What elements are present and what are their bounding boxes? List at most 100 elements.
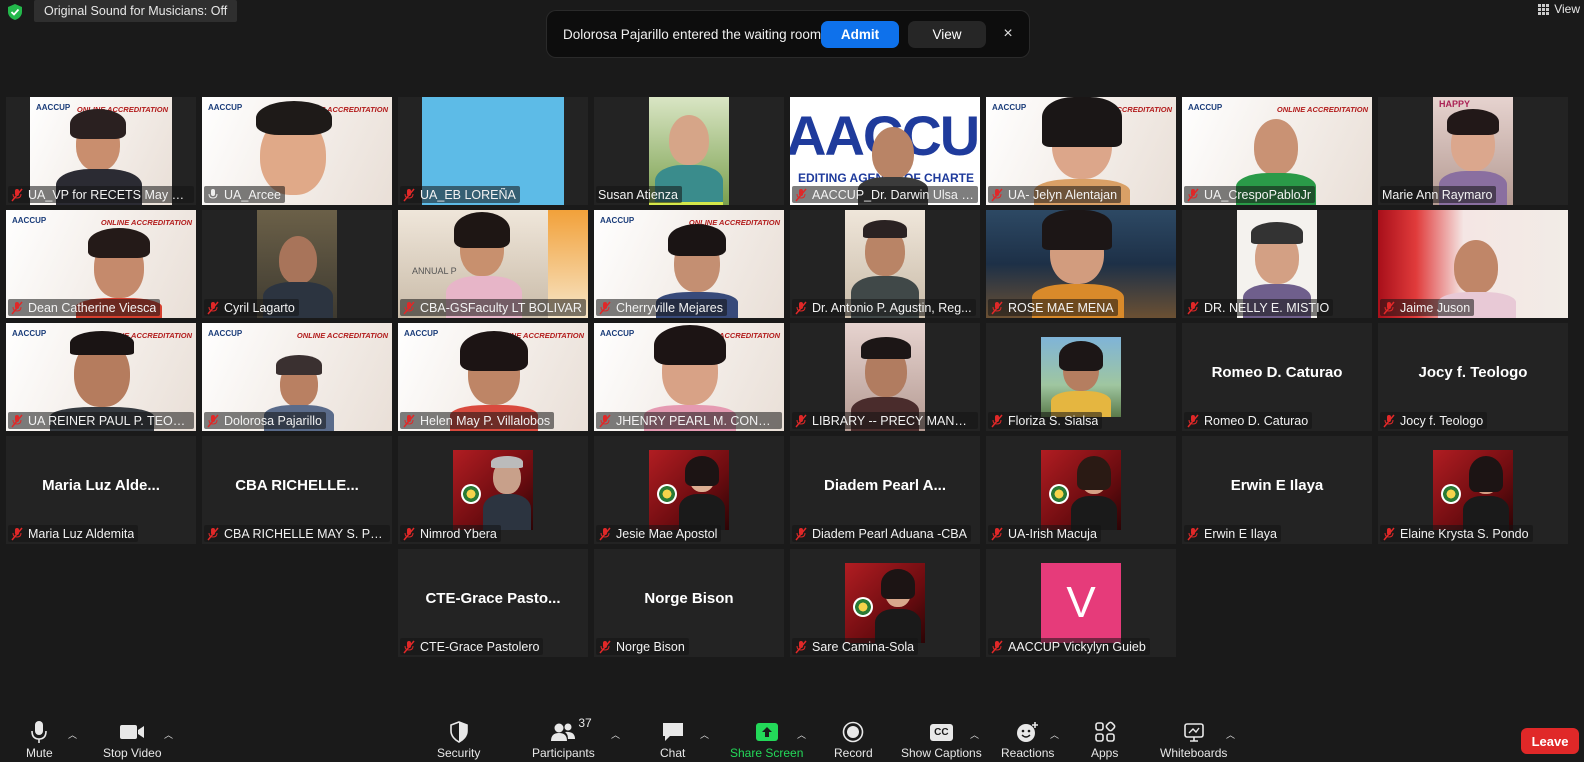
participant-tile[interactable]: ANNUAL P CBA-GSFaculty LT BOLIVAR bbox=[398, 210, 588, 318]
participant-tile[interactable]: UA_EB LOREÑA bbox=[398, 97, 588, 205]
mute-options-caret[interactable]: ︿ bbox=[68, 728, 77, 741]
participant-display-name: Norge Bison bbox=[644, 590, 734, 607]
view-label: View bbox=[1554, 2, 1580, 16]
participant-tile[interactable]: Jesie Mae Apostol bbox=[594, 436, 784, 544]
participant-tile[interactable]: AACCUP ONLINE ACCREDITATION Dean Catherin… bbox=[6, 210, 196, 318]
captions-options-caret[interactable]: ︿ bbox=[970, 728, 979, 741]
reactions-label: Reactions bbox=[1001, 746, 1055, 760]
participant-tile[interactable]: Dr. Antonio P. Agustin, Reg... bbox=[790, 210, 980, 318]
participant-name: Dr. Antonio P. Agustin, Reg... bbox=[812, 300, 972, 315]
participant-name: AACCUP Vickylyn Guieb bbox=[1008, 639, 1146, 654]
participant-tile[interactable]: Erwin E Ilaya Erwin E Ilaya bbox=[1182, 436, 1372, 544]
participant-tile[interactable]: AACCU EDITING AGENCY OF CHARTE AACCUP_Dr… bbox=[790, 97, 980, 205]
participant-name-bar: Jaime Juson bbox=[1380, 299, 1475, 316]
muted-mic-icon bbox=[207, 301, 219, 314]
participant-name: Maria Luz Aldemita bbox=[28, 526, 135, 541]
participant-video bbox=[845, 563, 925, 643]
muted-mic-icon bbox=[599, 414, 611, 427]
participant-name-bar: Jesie Mae Apostol bbox=[596, 525, 722, 542]
participant-name: UA-Irish Macuja bbox=[1008, 526, 1097, 541]
participants-button[interactable]: 37 Participants bbox=[532, 716, 595, 760]
participant-tile[interactable]: AACCUP ONLINE ACCREDITATION UA_VP for REC… bbox=[6, 97, 196, 205]
participant-name-bar: Dean Catherine Viesca bbox=[8, 299, 161, 316]
participant-tile[interactable]: AACCUP ONLINE ACCREDITATION UA_Arcee bbox=[202, 97, 392, 205]
participant-tile[interactable]: AACCUP ONLINE ACCREDITATION Helen May P. … bbox=[398, 323, 588, 431]
close-icon[interactable]: × bbox=[1000, 25, 1016, 43]
participant-tile[interactable]: Diadem Pearl A... Diadem Pearl Aduana -C… bbox=[790, 436, 980, 544]
participant-name-bar: Cyril Lagarto bbox=[204, 299, 299, 316]
security-button[interactable]: Security bbox=[437, 720, 480, 760]
participant-tile[interactable]: AACCUP ONLINE ACCREDITATION UA- Jelyn Ale… bbox=[986, 97, 1176, 205]
share-screen-button[interactable]: Share Screen bbox=[730, 720, 803, 760]
participant-tile[interactable]: Maria Luz Alde... Maria Luz Aldemita bbox=[6, 436, 196, 544]
participant-tile[interactable]: CBA RICHELLE... CBA RICHELLE MAY S. PUY.… bbox=[202, 436, 392, 544]
participant-tile[interactable]: ROSE MAE MENA bbox=[986, 210, 1176, 318]
participant-tile[interactable]: AACCUP ONLINE ACCREDITATION UA_CrespoPabl… bbox=[1182, 97, 1372, 205]
muted-mic-icon bbox=[795, 301, 807, 314]
chat-button[interactable]: Chat bbox=[660, 720, 685, 760]
participant-tile[interactable]: AACCUP ONLINE ACCREDITATION Dolorosa Paja… bbox=[202, 323, 392, 431]
participant-name-bar: Erwin E Ilaya bbox=[1184, 525, 1281, 542]
participant-name: Dolorosa Pajarillo bbox=[224, 413, 322, 428]
participant-name: Sare Camina-Sola bbox=[812, 639, 915, 654]
stop-video-button[interactable]: Stop Video bbox=[103, 720, 162, 760]
view-button[interactable]: View bbox=[1538, 2, 1580, 16]
mute-button[interactable]: Mute bbox=[26, 720, 53, 760]
share-options-caret[interactable]: ︿ bbox=[797, 728, 806, 741]
leave-button[interactable]: Leave bbox=[1521, 728, 1579, 754]
participant-name-bar: JHENRY PEARL M. CONCE... bbox=[596, 412, 782, 429]
participant-tile[interactable]: CTE-Grace Pasto... CTE-Grace Pastolero bbox=[398, 549, 588, 657]
participant-tile[interactable]: Cyril Lagarto bbox=[202, 210, 392, 318]
participant-name: Jesie Mae Apostol bbox=[616, 526, 718, 541]
participant-name: Norge Bison bbox=[616, 639, 685, 654]
muted-mic-icon bbox=[1187, 414, 1199, 427]
whiteboards-options-caret[interactable]: ︿ bbox=[1226, 728, 1235, 741]
record-button[interactable]: Record bbox=[834, 720, 873, 760]
view-waiting-room-button[interactable]: View bbox=[908, 20, 986, 48]
reactions-button[interactable]: Reactions bbox=[1001, 720, 1054, 760]
apps-button[interactable]: Apps bbox=[1091, 720, 1118, 760]
smiley-reaction-icon bbox=[1016, 722, 1038, 742]
participant-tile[interactable]: Susan Atienza bbox=[594, 97, 784, 205]
muted-mic-icon bbox=[795, 188, 807, 201]
participant-tile[interactable]: AACCUP ONLINE ACCREDITATION Cherryville M… bbox=[594, 210, 784, 318]
participant-tile[interactable]: AACCUP ONLINE ACCREDITATION JHENRY PEARL … bbox=[594, 323, 784, 431]
apps-label: Apps bbox=[1091, 746, 1119, 760]
participant-tile[interactable]: Jocy f. Teologo Jocy f. Teologo bbox=[1378, 323, 1568, 431]
admit-button[interactable]: Admit bbox=[821, 20, 899, 48]
participant-tile[interactable]: Elaine Krysta S. Pondo bbox=[1378, 436, 1568, 544]
participant-tile[interactable]: UA-Irish Macuja bbox=[986, 436, 1176, 544]
record-icon bbox=[843, 721, 864, 743]
participant-name-bar: Elaine Krysta S. Pondo bbox=[1380, 525, 1533, 542]
participant-tile[interactable]: Floriza S. Sialsa bbox=[986, 323, 1176, 431]
participant-tile[interactable]: Jaime Juson bbox=[1378, 210, 1568, 318]
participant-name-bar: Marie Ann Raymaro bbox=[1380, 186, 1497, 203]
whiteboards-button[interactable]: Whiteboards bbox=[1160, 720, 1227, 760]
participant-video bbox=[1433, 450, 1513, 530]
participants-options-caret[interactable]: ︿ bbox=[611, 728, 620, 741]
participant-tile[interactable]: V AACCUP Vickylyn Guieb bbox=[986, 549, 1176, 657]
participant-name-bar: AACCUP Vickylyn Guieb bbox=[988, 638, 1150, 655]
apps-icon bbox=[1094, 721, 1116, 742]
participant-tile[interactable]: LIBRARY -- PRECY MANAD... bbox=[790, 323, 980, 431]
participant-avatar: V bbox=[1041, 563, 1121, 643]
participant-tile[interactable]: Norge Bison Norge Bison bbox=[594, 549, 784, 657]
participant-tile[interactable]: Romeo D. Caturao Romeo D. Caturao bbox=[1182, 323, 1372, 431]
participant-tile[interactable]: Sare Camina-Sola bbox=[790, 549, 980, 657]
muted-mic-icon bbox=[207, 527, 219, 540]
reactions-options-caret[interactable]: ︿ bbox=[1050, 728, 1059, 741]
participant-display-name: CBA RICHELLE... bbox=[235, 477, 359, 494]
muted-mic-icon bbox=[991, 301, 1003, 314]
participant-tile[interactable]: AACCUP ONLINE ACCREDITATION UA REINER PAU… bbox=[6, 323, 196, 431]
waiting-room-notification: Dolorosa Pajarillo entered the waiting r… bbox=[547, 11, 1029, 57]
participant-name-bar: Nimrod Ybera bbox=[400, 525, 501, 542]
chat-options-caret[interactable]: ︿ bbox=[700, 728, 709, 741]
original-sound-toggle[interactable]: Original Sound for Musicians: Off bbox=[34, 0, 238, 22]
whiteboard-icon bbox=[1183, 723, 1204, 742]
muted-mic-icon bbox=[991, 527, 1003, 540]
participant-tile[interactable]: HAPPY Marie Ann Raymaro bbox=[1378, 97, 1568, 205]
participant-tile[interactable]: Nimrod Ybera bbox=[398, 436, 588, 544]
video-options-caret[interactable]: ︿ bbox=[164, 728, 173, 741]
encryption-shield-icon[interactable] bbox=[6, 3, 24, 21]
participant-tile[interactable]: DR. NELLY E. MISTIO bbox=[1182, 210, 1372, 318]
